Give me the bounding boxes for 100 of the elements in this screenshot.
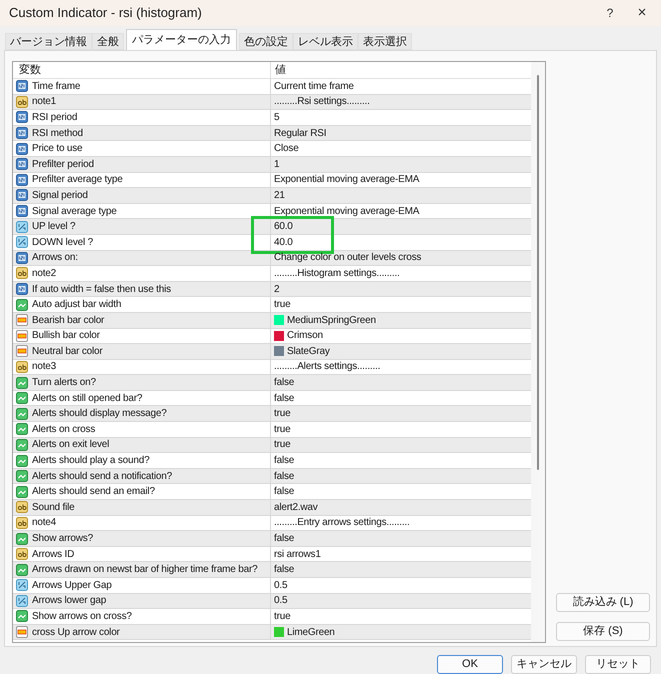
parameter-value[interactable]: .........Histogram settings.........: [274, 266, 400, 281]
integer-type-icon: [16, 174, 28, 186]
parameter-value[interactable]: 1: [274, 156, 280, 172]
parameter-value[interactable]: 40.0: [274, 234, 293, 250]
parameter-name: note4: [32, 516, 56, 530]
parameter-name: cross Up arrow color: [32, 626, 120, 640]
parameter-value[interactable]: Current time frame: [274, 78, 354, 94]
parameter-value[interactable]: false: [274, 390, 294, 406]
parameter-value[interactable]: Regular RSI: [274, 126, 326, 141]
parameter-name: Prefilter average type: [32, 173, 123, 188]
text-type-icon: [16, 548, 28, 560]
parameter-name: Signal period: [32, 188, 88, 203]
parameter-value[interactable]: LimeGreen: [287, 624, 335, 640]
parameter-name: Alerts should display message?: [32, 407, 167, 422]
parameter-name: UP level ?: [32, 220, 76, 234]
tab[interactable]: レベル表示: [293, 33, 358, 50]
parameter-name: Arrows ID: [32, 548, 74, 562]
parameter-name: Bearish bar color: [32, 314, 104, 328]
parameter-value[interactable]: true: [274, 437, 290, 452]
integer-type-icon: [16, 283, 28, 296]
tab[interactable]: 色の設定: [239, 33, 293, 50]
dialog-button[interactable]: リセット: [585, 654, 651, 674]
parameter-name: Show arrows?: [32, 532, 93, 546]
parameter-name: Arrows Upper Gap: [32, 578, 112, 593]
parameter-name: Price to use: [32, 142, 82, 156]
parameter-value[interactable]: rsi arrows1: [274, 546, 321, 562]
parameter-name: DOWN level ?: [32, 236, 93, 250]
tab[interactable]: パラメーターの入力: [126, 29, 237, 50]
column-header: 値: [274, 63, 287, 78]
parameter-name: note1: [32, 95, 56, 110]
parameter-value[interactable]: Change color on outer levels cross: [274, 250, 422, 266]
integer-type-icon: [16, 158, 28, 170]
integer-type-icon: [16, 205, 28, 218]
parameter-name: Sound file: [32, 500, 74, 515]
parameter-name: note3: [32, 360, 56, 374]
parameter-name: Arrows on:: [32, 251, 78, 266]
parameter-name: Auto adjust bar width: [32, 298, 122, 312]
parameter-name: RSI period: [32, 110, 78, 125]
parameter-name: Neutral bar color: [32, 344, 103, 359]
parameter-name: Show arrows on cross?: [32, 610, 132, 624]
help-button[interactable]: ?: [595, 2, 625, 24]
parameter-value[interactable]: MediumSpringGreen: [287, 312, 376, 328]
integer-type-icon: [16, 189, 28, 202]
dialog-button[interactable]: キャンセル: [511, 654, 577, 674]
parameter-value[interactable]: false: [274, 468, 294, 484]
close-button[interactable]: ×: [625, 2, 659, 24]
fraction-type-icon: [16, 220, 28, 233]
fraction-type-icon: [16, 579, 28, 592]
parameter-name: Prefilter period: [32, 158, 94, 172]
toggle-type-icon: [16, 408, 28, 420]
parameter-value[interactable]: 0.5: [274, 578, 288, 593]
text-type-icon: [16, 516, 28, 529]
parameter-name: Alerts should play a sound?: [32, 454, 150, 468]
parameter-value[interactable]: 0.5: [274, 593, 288, 608]
parameter-name: Alerts on exit level: [32, 438, 110, 452]
parameter-name: Time frame: [32, 80, 80, 94]
integer-type-icon: [16, 142, 28, 155]
parameter-value[interactable]: 21: [274, 188, 285, 203]
parameter-value[interactable]: true: [274, 422, 290, 437]
parameter-value[interactable]: 2: [274, 282, 280, 297]
toggle-type-icon: [16, 376, 28, 389]
parameter-value[interactable]: 60.0: [274, 219, 293, 234]
tab[interactable]: バージョン情報: [5, 33, 92, 50]
column-header: 変数: [13, 62, 271, 78]
scrollbar[interactable]: [531, 62, 545, 642]
parameter-value[interactable]: Crimson: [287, 328, 323, 344]
parameter-value[interactable]: true: [274, 406, 290, 422]
parameter-value[interactable]: Exponential moving average-EMA: [274, 172, 420, 188]
parameter-value[interactable]: Exponential moving average-EMA: [274, 204, 420, 219]
tab[interactable]: 全般: [92, 33, 124, 50]
tab[interactable]: 表示選択: [358, 33, 412, 50]
dialog-button[interactable]: OK: [437, 654, 503, 674]
parameter-name: note2: [32, 266, 56, 281]
text-type-icon: [16, 501, 28, 514]
text-type-icon: [16, 96, 28, 108]
parameter-value[interactable]: false: [274, 484, 294, 500]
parameter-value[interactable]: alert2.wav: [274, 500, 318, 515]
parameter-value[interactable]: Close: [274, 141, 299, 156]
side-button[interactable]: 保存 (S): [556, 622, 650, 641]
parameter-name: Bullish bar color: [32, 329, 100, 344]
parameter-value[interactable]: .........Rsi settings.........: [274, 94, 370, 110]
parameter-value[interactable]: false: [274, 453, 294, 468]
integer-type-icon: [16, 252, 28, 264]
parameter-value[interactable]: true: [274, 608, 290, 624]
text-type-icon: [16, 360, 28, 373]
side-button[interactable]: 読み込み (L): [556, 593, 650, 612]
integer-type-icon: [16, 111, 28, 124]
parameter-value[interactable]: .........Alerts settings.........: [274, 359, 380, 374]
parameter-name: Alerts should send an email?: [32, 485, 155, 500]
parameter-value[interactable]: true: [274, 297, 290, 312]
parameter-name: Alerts on cross: [32, 422, 96, 437]
parameter-value[interactable]: .........Entry arrows settings.........: [274, 515, 410, 530]
parameter-value[interactable]: SlateGray: [287, 344, 330, 359]
parameter-value[interactable]: 5: [274, 110, 280, 125]
parameter-name: Alerts on still opened bar?: [32, 392, 142, 406]
toggle-type-icon: [16, 564, 28, 576]
parameter-value[interactable]: false: [274, 562, 294, 578]
parameter-value[interactable]: false: [274, 531, 294, 546]
fraction-type-icon: [16, 236, 28, 248]
parameter-value[interactable]: false: [274, 375, 294, 390]
